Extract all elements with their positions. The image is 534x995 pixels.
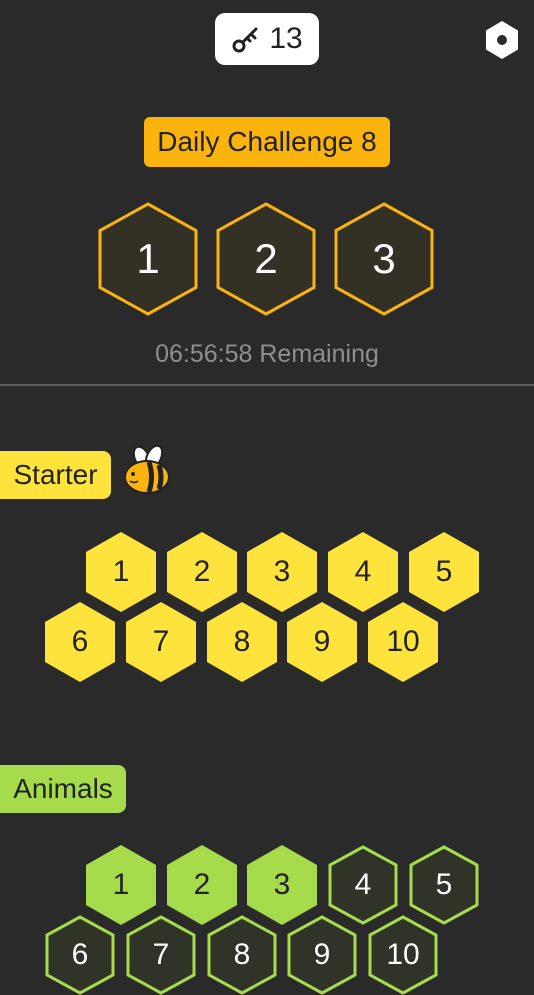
level-number: 5 [435,868,453,901]
level-number: 5 [435,555,453,588]
level-hex[interactable]: 9 [287,915,357,995]
daily-level-hex[interactable]: 1 [98,202,198,316]
level-hex[interactable]: 10 [368,915,438,995]
starter-section-label[interactable]: Starter [0,451,111,499]
level-hex[interactable]: 3 [247,532,317,612]
animals-section-label[interactable]: Animals [0,765,126,813]
level-number: 1 [112,868,130,901]
level-hex[interactable]: 6 [45,915,115,995]
level-hex[interactable]: 7 [126,602,196,682]
level-number: 7 [152,625,170,658]
level-number: 6 [71,938,89,971]
time-remaining: 06:56:58 Remaining [155,340,379,368]
keys-counter[interactable]: 13 [215,13,319,65]
level-hex[interactable]: 3 [247,845,317,925]
daily-level-hex[interactable]: 3 [334,202,434,316]
settings-button[interactable] [484,20,520,60]
key-icon [232,27,258,53]
level-number: 4 [354,868,372,901]
daily-challenge-label: Daily Challenge 8 [144,117,390,167]
level-hex[interactable]: 2 [167,532,237,612]
level-hex[interactable]: 5 [409,532,479,612]
divider [0,384,534,386]
level-number: 8 [233,938,251,971]
level-hex[interactable]: 4 [328,845,398,925]
level-number: 9 [313,938,331,971]
level-number: 2 [254,235,278,282]
level-hex[interactable]: 8 [207,915,277,995]
level-hex[interactable]: 1 [86,845,156,925]
hexagon-settings-icon [486,21,518,59]
level-hex[interactable]: 4 [328,532,398,612]
level-number: 6 [71,625,89,658]
bee-icon [124,444,170,494]
level-number: 3 [273,555,291,588]
level-number: 3 [372,235,396,282]
level-number: 9 [313,625,331,658]
level-number: 7 [152,938,170,971]
level-number: 10 [386,938,420,971]
daily-level-hex[interactable]: 2 [216,202,316,316]
level-hex[interactable]: 8 [207,602,277,682]
level-number: 10 [386,625,420,658]
level-number: 1 [112,555,130,588]
level-hex[interactable]: 2 [167,845,237,925]
level-hex[interactable]: 6 [45,602,115,682]
keys-count: 13 [269,22,303,55]
level-hex[interactable]: 7 [126,915,196,995]
level-number: 3 [273,868,291,901]
level-number: 1 [136,235,160,282]
level-hex[interactable]: 1 [86,532,156,612]
level-hex[interactable]: 10 [368,602,438,682]
level-number: 2 [193,555,211,588]
level-hex[interactable]: 9 [287,602,357,682]
level-number: 2 [193,868,211,901]
level-hex[interactable]: 5 [409,845,479,925]
level-number: 8 [233,625,251,658]
level-number: 4 [354,555,372,588]
